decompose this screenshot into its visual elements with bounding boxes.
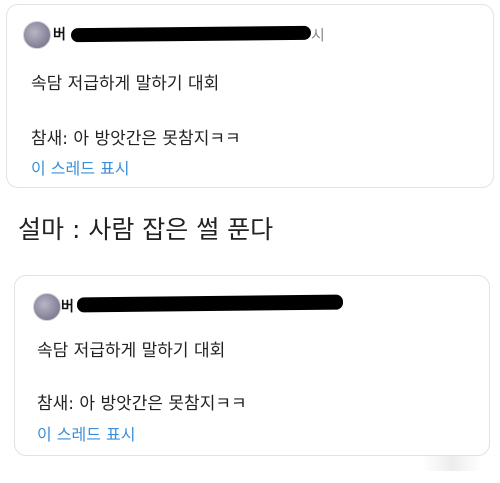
caption-text: 설마 : 사람 잡은 썰 푼다 bbox=[18, 215, 274, 244]
tweet-card-bottom[interactable]: 버 속담 저급하게 말하기 대회 참새: 아 방앗간은 못참지ㅋㅋ 이 스레드 … bbox=[14, 275, 490, 456]
author-name: 버 bbox=[53, 27, 66, 43]
author-name-suffix: 시 bbox=[311, 26, 325, 44]
redaction-scribble bbox=[76, 294, 344, 313]
tweet-reply-text: 참새: 아 방앗간은 못참지ㅋㅋ bbox=[37, 394, 247, 414]
avatar[interactable] bbox=[23, 21, 51, 49]
author-name: 버 bbox=[61, 299, 74, 315]
show-thread-link[interactable]: 이 스레드 표시 bbox=[31, 155, 130, 179]
tweet-card-top[interactable]: 버 시 속담 저급하게 말하기 대회 참새: 아 방앗간은 못참지ㅋㅋ 이 스레… bbox=[6, 4, 494, 188]
tweet-text: 속담 저급하게 말하기 대회 bbox=[31, 74, 220, 94]
redaction-scribble bbox=[70, 25, 312, 43]
tweet-reply-text: 참새: 아 방앗간은 못참지ㅋㅋ bbox=[31, 129, 241, 149]
tweet-text: 속담 저급하게 말하기 대회 bbox=[37, 341, 226, 361]
avatar[interactable] bbox=[33, 293, 61, 321]
show-thread-link[interactable]: 이 스레드 표시 bbox=[37, 421, 136, 445]
watermark bbox=[422, 455, 482, 471]
